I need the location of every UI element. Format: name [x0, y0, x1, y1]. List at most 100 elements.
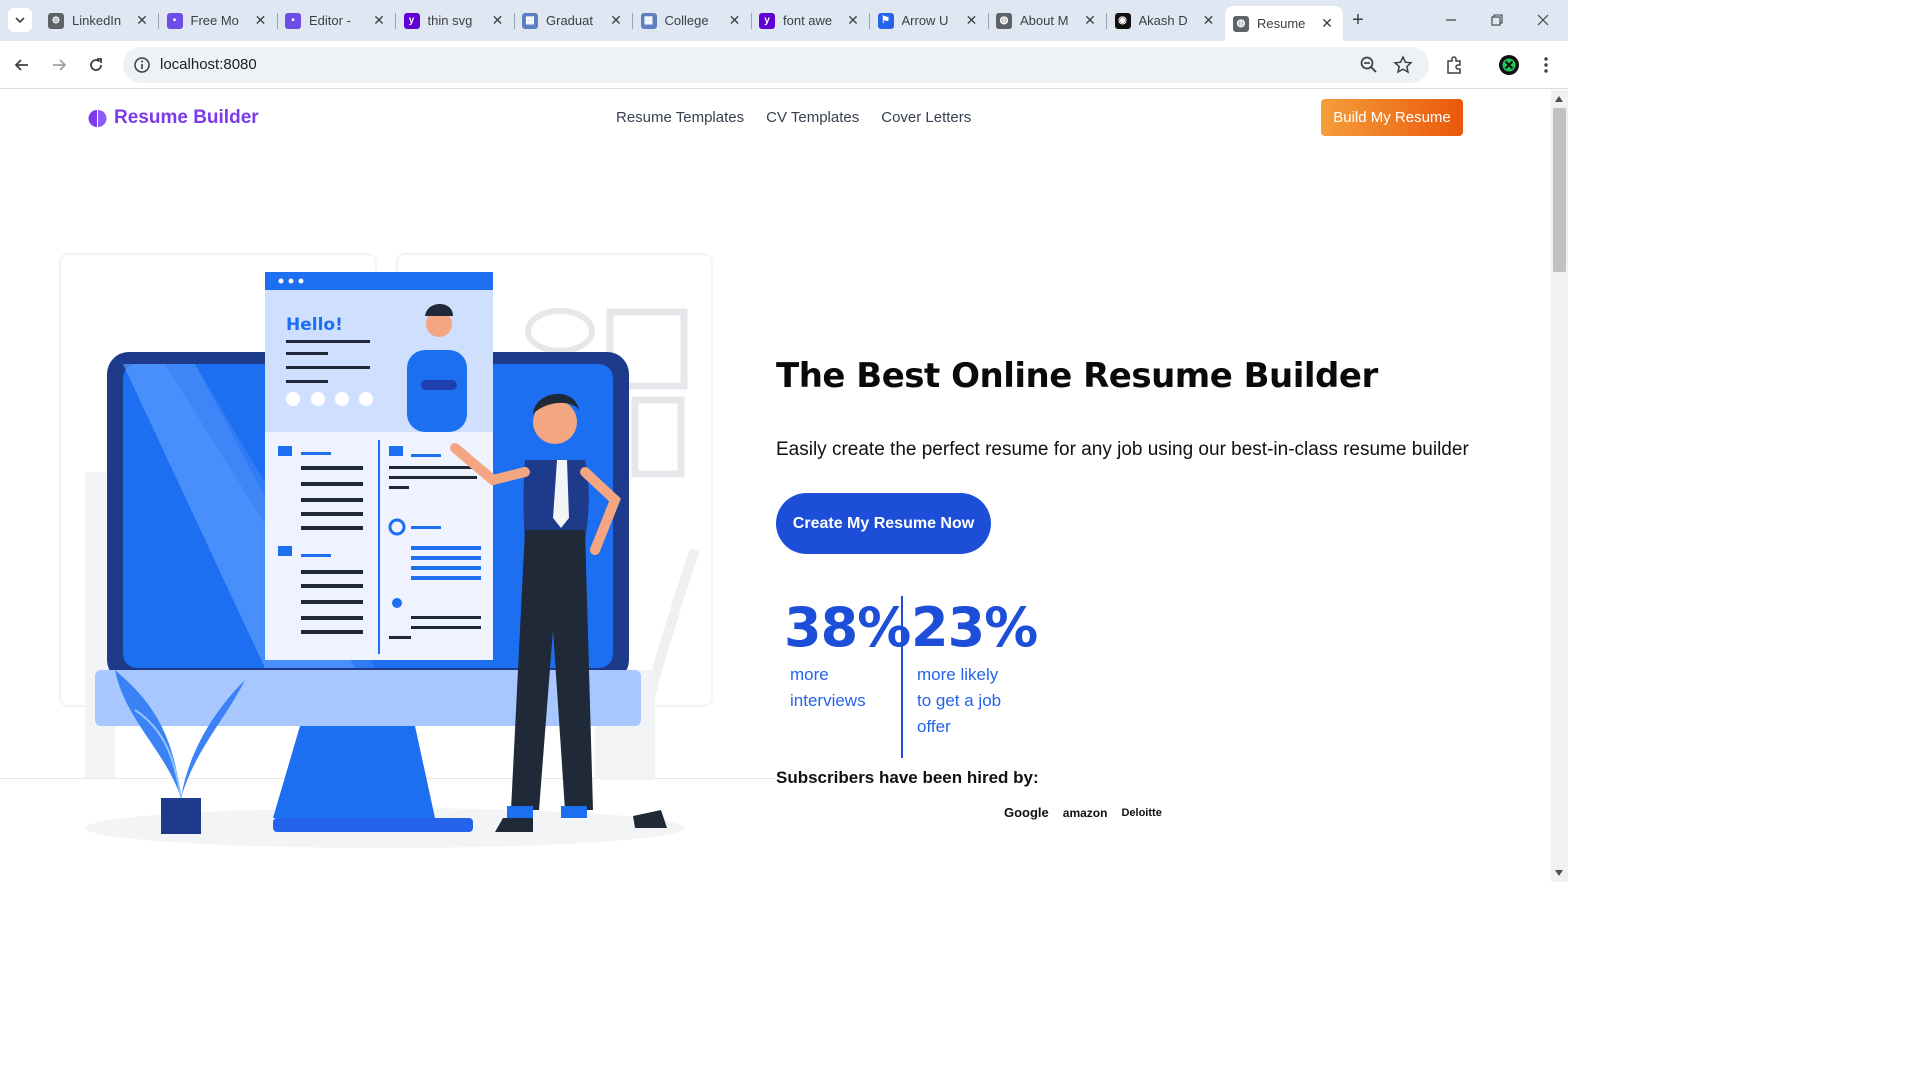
browser-tab[interactable]: y font awe ✕ [751, 6, 870, 35]
main-nav: Resume Templates CV Templates Cover Lett… [616, 109, 971, 126]
stat-label-line: to get a job [917, 691, 1002, 710]
close-tab-icon[interactable]: ✕ [727, 12, 743, 29]
stat-label: more likely to get a job offer [911, 662, 1037, 740]
info-icon[interactable] [133, 56, 151, 74]
scroll-up-arrow-icon[interactable] [1555, 96, 1563, 102]
minimize-button[interactable] [1437, 8, 1465, 32]
create-my-resume-button[interactable]: Create My Resume Now [776, 493, 991, 554]
close-tab-icon[interactable]: ✕ [1201, 12, 1217, 29]
stat-label-line: offer [917, 717, 951, 736]
stat-value: 38% [784, 596, 911, 659]
tab-title: Editor - [309, 13, 351, 28]
page-scrollbar[interactable] [1551, 90, 1568, 882]
close-tab-icon[interactable]: ✕ [1319, 15, 1335, 32]
stat-value: 23% [911, 596, 1038, 659]
close-window-button[interactable] [1529, 8, 1557, 32]
reload-icon [90, 58, 102, 71]
arrow-right-icon [53, 59, 67, 71]
stat-label-line: more [790, 665, 829, 684]
tab-search-button[interactable] [8, 8, 32, 32]
yahoo-icon: y [759, 12, 775, 29]
extensions-button[interactable] [1442, 53, 1466, 77]
close-tab-icon[interactable]: ✕ [964, 12, 980, 29]
browser-menu-button[interactable] [1534, 53, 1558, 77]
linkedin-icon: ⊚ [48, 12, 64, 29]
browser-tab[interactable]: ⊚ LinkedIn ✕ [40, 6, 159, 35]
browser-tab[interactable]: ◍ About M ✕ [988, 6, 1107, 35]
browser-tab-strip: ⊚ LinkedIn ✕ ▪ Free Mo ✕ ▪ Editor - ✕ y thin svg ✕ ▦… [0, 0, 1568, 41]
tab-title: About M [1020, 13, 1069, 28]
tab-title: thin svg [427, 13, 473, 28]
site-logo[interactable]: Resume Builder [88, 107, 259, 129]
forward-button[interactable] [47, 53, 71, 77]
nav-cover-letters[interactable]: Cover Letters [881, 109, 971, 126]
close-tab-icon[interactable]: ✕ [134, 12, 150, 29]
scrollbar-thumb[interactable] [1553, 108, 1566, 272]
browser-tab[interactable]: ⚑ Arrow U ✕ [870, 6, 989, 35]
browser-tab[interactable]: y thin svg ✕ [396, 6, 515, 35]
close-tab-icon[interactable]: ✕ [371, 12, 387, 29]
browser-tab[interactable]: ▦ Graduat ✕ [514, 6, 633, 35]
browser-toolbar: localhost:8080 [0, 41, 1568, 89]
puzzle-icon: ▪ [166, 12, 183, 29]
close-tab-icon[interactable]: ✕ [608, 12, 624, 29]
google-logo: Google [1004, 805, 1049, 820]
hired-by-heading: Subscribers have been hired by: [776, 768, 1039, 787]
tab-title: College [664, 13, 709, 28]
address-bar[interactable]: localhost:8080 [123, 47, 1429, 83]
hero-illustration: Hello! [59, 253, 713, 848]
stat-divider [901, 596, 903, 758]
tab-title: font awe [783, 13, 833, 28]
tab-title: LinkedIn [72, 13, 122, 28]
brand-name: Resume Builder [114, 107, 259, 128]
reload-button[interactable] [84, 53, 108, 77]
nav-resume-templates[interactable]: Resume Templates [616, 109, 744, 126]
url-text[interactable]: localhost:8080 [160, 56, 257, 73]
puzzle-icon: ▪ [285, 12, 301, 29]
resume-icon: ▦ [522, 12, 538, 29]
back-button[interactable] [10, 53, 34, 77]
more-vertical-icon [1544, 57, 1548, 73]
build-my-resume-button[interactable]: Build My Resume [1321, 99, 1463, 136]
globe-icon: ◍ [1233, 15, 1249, 32]
illustration-hello-text: Hello! [286, 315, 343, 335]
dark-app-icon: ◉ [1114, 12, 1131, 29]
restore-icon [1491, 14, 1503, 26]
company-logos: Google amazon Deloitte [1004, 805, 1162, 820]
scroll-down-arrow-icon[interactable] [1555, 870, 1563, 876]
browser-tab[interactable]: ◍ Resume ✕ [1225, 6, 1343, 41]
tab-title: Graduat [546, 13, 593, 28]
puzzle-piece-icon [1447, 56, 1461, 74]
profile-avatar[interactable] [1497, 53, 1521, 77]
tab-title: Free Mo [190, 13, 239, 28]
stat-interviews: 38% more interviews [784, 596, 911, 714]
tab-title: Resume [1257, 16, 1306, 31]
amazon-logo: amazon [1062, 805, 1108, 820]
bookmark-star-icon[interactable] [1393, 55, 1413, 75]
close-tab-icon[interactable]: ✕ [1082, 12, 1098, 29]
restore-button[interactable] [1483, 8, 1511, 32]
brand-logo-icon [88, 109, 107, 127]
flag-icon: ⚑ [877, 12, 894, 29]
globe-icon: ◍ [996, 12, 1012, 29]
resume-icon: ▦ [640, 12, 657, 29]
close-icon [1537, 14, 1549, 26]
stat-job-offer: 23% more likely to get a job offer [911, 596, 1038, 740]
nav-cv-templates[interactable]: CV Templates [766, 109, 859, 126]
close-tab-icon[interactable]: ✕ [253, 12, 269, 29]
hero-title: The Best Online Resume Builder [776, 356, 1378, 396]
chevron-down-icon [15, 17, 25, 24]
close-tab-icon[interactable]: ✕ [490, 12, 506, 29]
yahoo-icon: y [403, 12, 420, 29]
browser-tab[interactable]: ▪ Free Mo ✕ [159, 6, 278, 35]
new-tab-button[interactable]: + [1348, 10, 1368, 30]
tab-title: Arrow U [901, 13, 949, 28]
zoom-out-icon[interactable] [1359, 55, 1379, 75]
close-tab-icon[interactable]: ✕ [845, 12, 861, 29]
web-page: Resume Builder Resume Templates CV Templ… [0, 90, 1551, 882]
hero-subtitle: Easily create the perfect resume for any… [776, 439, 1469, 460]
stat-label-line: interviews [790, 691, 866, 710]
browser-tab[interactable]: ▪ Editor - ✕ [277, 6, 396, 35]
browser-tab[interactable]: ◉ Akash D ✕ [1107, 6, 1225, 35]
browser-tab[interactable]: ▦ College ✕ [633, 6, 752, 35]
